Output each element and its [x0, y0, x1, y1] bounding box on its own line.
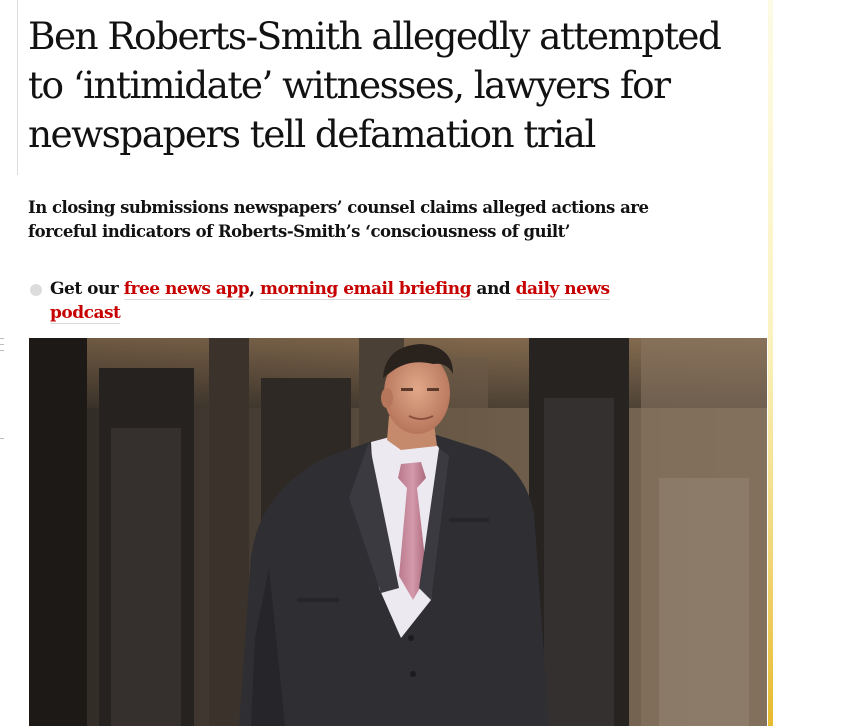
free-news-app-link[interactable]: free news app: [123, 279, 250, 300]
left-divider: [17, 0, 18, 175]
article-standfirst: In closing submissions newspapers’ couns…: [28, 198, 649, 241]
edge-tick: [0, 338, 4, 339]
edge-tick: [0, 344, 4, 345]
man-in-suit-photo: [29, 338, 767, 726]
promo-line: Get our free news app, morning email bri…: [28, 277, 678, 325]
promo-separator: ,: [249, 279, 260, 299]
edge-tick: [0, 350, 4, 351]
morning-email-briefing-link[interactable]: morning email briefing: [259, 279, 472, 300]
article-headline: Ben Roberts-Smith allegedly attempted to…: [28, 14, 722, 156]
promo-separator: and: [471, 279, 516, 299]
edge-tick: [0, 438, 4, 439]
right-accent-stripe: [768, 0, 773, 726]
article-main-image: [29, 338, 767, 726]
bullet-dot-icon: [30, 284, 42, 296]
promo-prefix: Get our: [50, 279, 124, 299]
